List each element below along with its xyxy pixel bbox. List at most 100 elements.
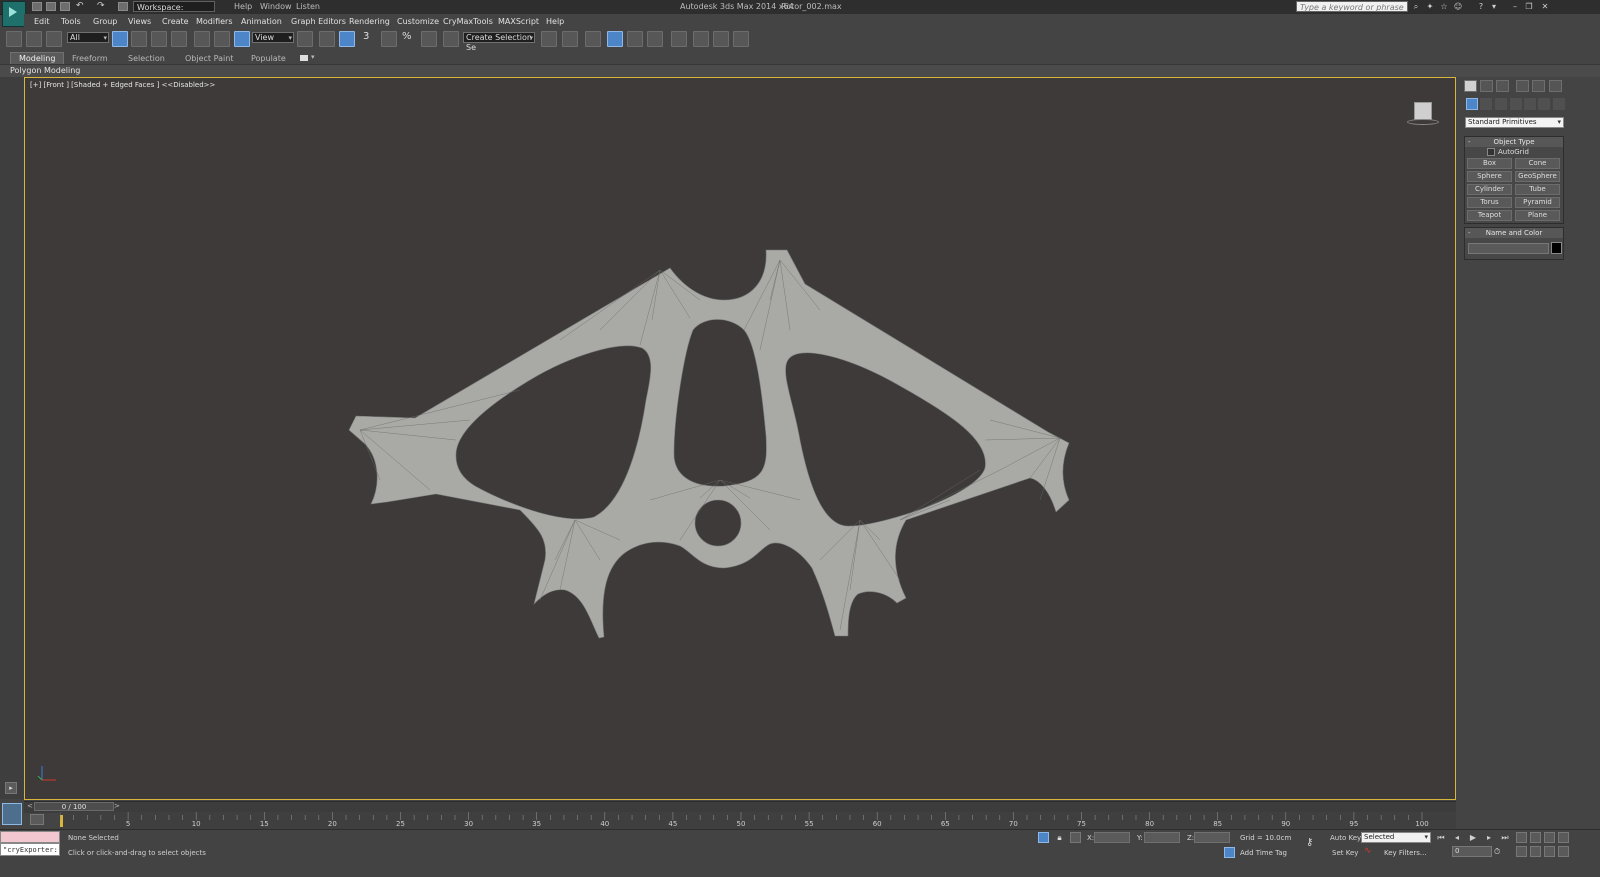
plane-button[interactable]: Plane bbox=[1515, 210, 1560, 221]
ribbon-tab-freeform[interactable]: Freeform bbox=[72, 54, 108, 63]
set-key-button[interactable]: Set Key bbox=[1332, 849, 1358, 857]
render-setup-icon[interactable] bbox=[693, 31, 709, 47]
object-type-header[interactable]: - Object Type bbox=[1465, 137, 1563, 147]
next-frame-icon[interactable]: ▸ bbox=[1484, 833, 1494, 843]
pivot-center-icon[interactable] bbox=[297, 31, 313, 47]
workspace-dropdown[interactable]: Workspace: Default▾ bbox=[133, 1, 215, 23]
pan-view-icon[interactable] bbox=[1530, 846, 1541, 857]
menu-animation[interactable]: Animation bbox=[241, 17, 282, 26]
app-logo-icon[interactable] bbox=[2, 1, 26, 27]
edit-named-selection-icon[interactable] bbox=[443, 31, 459, 47]
close-icon[interactable]: ✕ bbox=[1540, 2, 1550, 11]
time-tag-icon[interactable] bbox=[1224, 847, 1235, 858]
menu-maxscript[interactable]: MAXScript bbox=[498, 17, 539, 26]
cameras-icon[interactable] bbox=[1510, 98, 1522, 110]
zoom-all-icon[interactable] bbox=[1530, 832, 1541, 843]
hierarchy-tab-icon[interactable] bbox=[1496, 80, 1509, 92]
zoom-icon[interactable] bbox=[1516, 832, 1527, 843]
systems-icon[interactable] bbox=[1553, 98, 1565, 110]
mirror-icon[interactable] bbox=[541, 31, 557, 47]
menu-modifiers[interactable]: Modifiers bbox=[196, 17, 233, 26]
y-coordinate-field[interactable] bbox=[1144, 832, 1180, 843]
menu-customize[interactable]: Customize bbox=[397, 17, 439, 26]
new-file-icon[interactable] bbox=[32, 2, 42, 11]
menu-crymaxtools[interactable]: CryMaxTools bbox=[443, 17, 493, 26]
key-filters-button[interactable]: Key Filters... bbox=[1384, 849, 1427, 857]
space-warps-icon[interactable] bbox=[1538, 98, 1550, 110]
help-icon[interactable]: ? bbox=[1476, 2, 1486, 11]
cone-button[interactable]: Cone bbox=[1515, 158, 1560, 169]
object-name-field[interactable] bbox=[1468, 243, 1549, 254]
helpers-icon[interactable] bbox=[1524, 98, 1536, 110]
bind-space-warp-icon[interactable] bbox=[46, 31, 62, 47]
ribbon-tab-selection[interactable]: Selection bbox=[128, 54, 165, 63]
zoom-extents-icon[interactable] bbox=[1544, 832, 1555, 843]
viewcube-face[interactable] bbox=[1414, 102, 1432, 120]
time-configuration-icon[interactable]: ⏱ bbox=[1494, 847, 1500, 857]
mini-curve-editor-icon[interactable] bbox=[2, 803, 22, 825]
user-icon[interactable]: ☺ bbox=[1453, 2, 1463, 11]
percent-snap-icon[interactable]: % bbox=[402, 31, 412, 42]
rendered-frame-window-icon[interactable] bbox=[713, 31, 729, 47]
select-and-scale-icon[interactable] bbox=[234, 31, 250, 47]
create-tab-icon[interactable] bbox=[1464, 80, 1477, 92]
track-bar-toggle-icon[interactable] bbox=[30, 814, 44, 825]
graphite-modeling-icon[interactable] bbox=[607, 31, 623, 47]
reference-coordinate-dropdown[interactable]: View bbox=[252, 32, 294, 43]
x-coordinate-field[interactable] bbox=[1094, 832, 1130, 843]
field-of-view-icon[interactable] bbox=[1516, 846, 1527, 857]
selection-lock-icon[interactable]: 🔒︎ bbox=[1054, 832, 1065, 843]
go-to-start-icon[interactable]: ⏮ bbox=[1436, 833, 1446, 843]
isolate-selection-icon[interactable] bbox=[1038, 832, 1049, 843]
torus-button[interactable]: Torus bbox=[1467, 197, 1512, 208]
display-tab-icon[interactable] bbox=[1532, 80, 1545, 92]
named-selection-dropdown[interactable]: Create Selection Se bbox=[463, 32, 535, 52]
geosphere-button[interactable]: GeoSphere bbox=[1515, 171, 1560, 182]
maximize-viewport-icon[interactable] bbox=[1558, 846, 1569, 857]
shapes-icon[interactable] bbox=[1480, 98, 1492, 110]
layer-manager-icon[interactable] bbox=[585, 31, 601, 47]
help-dropdown-icon[interactable]: ▾ bbox=[1489, 2, 1499, 11]
key-mode-dropdown[interactable]: Selected bbox=[1361, 832, 1431, 843]
rotor-mesh[interactable] bbox=[340, 240, 1080, 650]
render-production-icon[interactable] bbox=[733, 31, 749, 47]
align-icon[interactable] bbox=[562, 31, 578, 47]
ribbon-tab-populate[interactable]: Populate bbox=[251, 54, 286, 63]
modify-tab-icon[interactable] bbox=[1480, 80, 1493, 92]
motion-tab-icon[interactable] bbox=[1516, 80, 1529, 92]
unlink-selection-icon[interactable] bbox=[26, 31, 42, 47]
select-and-move-icon[interactable] bbox=[194, 31, 210, 47]
select-and-link-icon[interactable] bbox=[6, 31, 22, 47]
window-crossing-icon[interactable] bbox=[171, 31, 187, 47]
zoom-extents-all-icon[interactable] bbox=[1558, 832, 1569, 843]
spinner-snap-icon[interactable] bbox=[421, 31, 437, 47]
star-icon[interactable]: ☆ bbox=[1439, 2, 1449, 11]
menu-help[interactable]: Help bbox=[546, 17, 564, 26]
teapot-button[interactable]: Teapot bbox=[1467, 210, 1512, 221]
time-slider-thumb[interactable]: 0 / 100 bbox=[34, 802, 114, 811]
undo-icon[interactable]: ↶ bbox=[76, 2, 86, 11]
menu-views[interactable]: Views bbox=[128, 17, 151, 26]
autogrid-checkbox[interactable] bbox=[1487, 148, 1495, 156]
viewcube[interactable] bbox=[1407, 100, 1439, 125]
menu-group[interactable]: Group bbox=[93, 17, 117, 26]
ribbon-tab-object-paint[interactable]: Object Paint bbox=[185, 54, 233, 63]
lights-icon[interactable] bbox=[1495, 98, 1507, 110]
sphere-button[interactable]: Sphere bbox=[1467, 171, 1512, 182]
cylinder-button[interactable]: Cylinder bbox=[1467, 184, 1512, 195]
absolute-mode-icon[interactable] bbox=[1070, 832, 1081, 843]
selection-filter-dropdown[interactable]: All bbox=[67, 32, 109, 43]
time-slider-prev-icon[interactable]: < bbox=[27, 802, 33, 810]
minimize-icon[interactable]: – bbox=[1510, 2, 1520, 11]
play-icon[interactable]: ▶ bbox=[1468, 833, 1478, 843]
auto-key-button[interactable]: Auto Key bbox=[1330, 834, 1361, 842]
name-and-color-header[interactable]: - Name and Color bbox=[1465, 228, 1563, 238]
set-key-icon[interactable]: ⚷ bbox=[1306, 837, 1313, 848]
angle-snap-icon[interactable] bbox=[381, 31, 397, 47]
ribbon-options-icon[interactable]: ▾ bbox=[311, 53, 315, 61]
previous-frame-icon[interactable]: ◂ bbox=[1452, 833, 1462, 843]
time-slider-next-icon[interactable]: > bbox=[114, 802, 120, 810]
current-frame-field[interactable]: 0 bbox=[1452, 846, 1492, 857]
menu-tools[interactable]: Tools bbox=[61, 17, 81, 26]
utilities-tab-icon[interactable] bbox=[1549, 80, 1562, 92]
